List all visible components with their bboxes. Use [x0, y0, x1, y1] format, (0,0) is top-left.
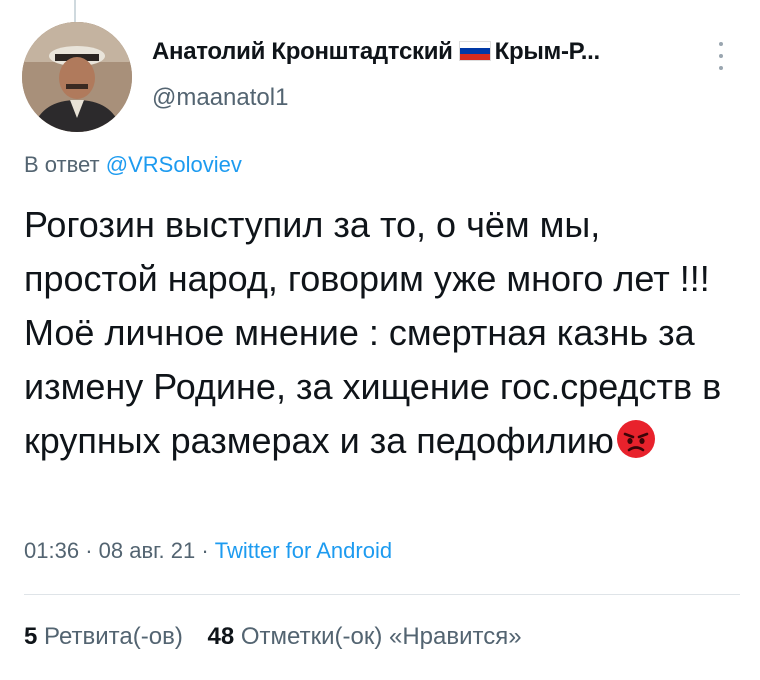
divider	[24, 594, 740, 595]
reply-to-link[interactable]: @VRSoloviev	[106, 152, 242, 177]
author-handle[interactable]: @maanatol1	[152, 84, 288, 112]
tweet-source-link[interactable]: Twitter for Android	[215, 538, 392, 563]
meta-separator: ·	[201, 538, 209, 563]
retweets-label: Ретвита(-ов)	[44, 623, 183, 650]
thread-connector-line	[74, 0, 76, 22]
russian-flag-icon	[458, 41, 491, 61]
reply-prefix: В ответ	[24, 152, 100, 177]
tweet-meta: 01:36 · 08 авг. 21 · Twitter for Android	[24, 538, 392, 564]
likes-count: 48	[207, 623, 235, 650]
meta-separator: ·	[85, 538, 93, 563]
tweet-stats: 5 Ретвита(-ов) 48 Отметки(-ок) «Нравится…	[24, 623, 540, 651]
avatar-photo	[22, 22, 132, 132]
author-display-name[interactable]: Анатолий Кронштадтский Крым-Р...	[152, 38, 600, 66]
more-vertical-icon[interactable]	[716, 42, 726, 70]
retweets-count: 5	[24, 623, 38, 650]
retweets-stat[interactable]: 5 Ретвита(-ов)	[24, 623, 183, 650]
avatar[interactable]	[22, 22, 132, 132]
likes-label: Отметки(-ок) «Нравится»	[240, 623, 522, 650]
author-name-suffix: Крым-Р...	[494, 38, 601, 65]
tweet-body: Рогозин выступил за то, о чём мы, просто…	[24, 198, 740, 468]
tweet-date: 08 авг. 21	[98, 538, 196, 563]
reply-context: В ответ @VRSoloviev	[24, 152, 242, 178]
author-name-text: Анатолий Кронштадтский	[152, 38, 453, 65]
likes-stat[interactable]: 48 Отметки(-ок) «Нравится»	[208, 623, 522, 650]
angry-face-icon	[616, 420, 655, 458]
tweet-time: 01:36	[24, 538, 80, 563]
